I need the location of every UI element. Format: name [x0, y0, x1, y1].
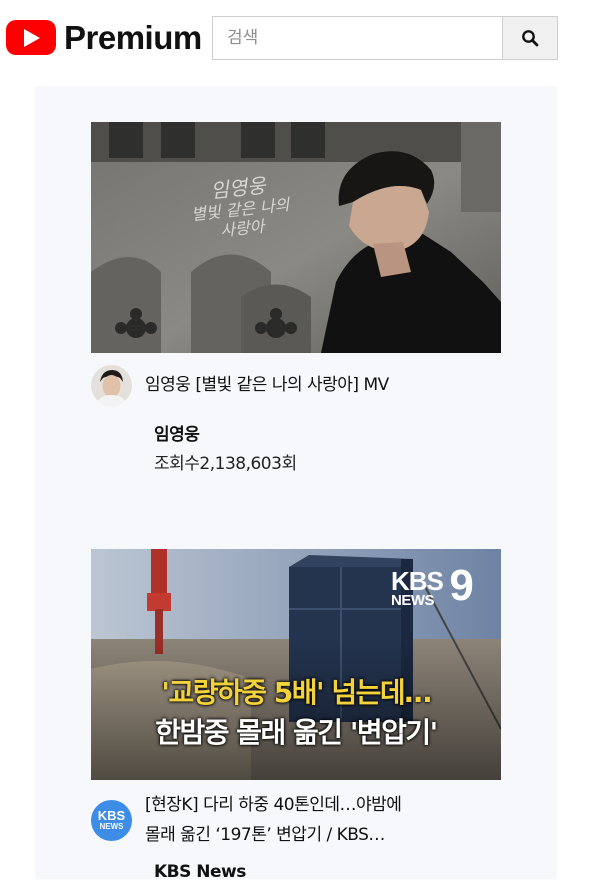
channel-avatar[interactable]: KBS NEWS [91, 800, 132, 841]
search-input[interactable] [212, 16, 503, 60]
youtube-premium-logo[interactable]: Premium [6, 20, 202, 55]
play-button-icon [6, 20, 56, 55]
channel-name[interactable]: KBS News [154, 862, 246, 882]
video-thumbnail[interactable]: KBS NEWS 9 '교량하중 5배' 넘는데… 한밤중 몰래 옮긴 '변압기… [91, 549, 501, 780]
avatar-logo-text: KBS [97, 808, 126, 823]
video-title-line: [현장K] 다리 하중 40톤인데…야밤에 [145, 795, 402, 815]
search-button[interactable] [502, 16, 558, 60]
avatar-logo-subtext: NEWS [99, 822, 124, 831]
view-count: 조회수2,138,603회 [154, 454, 297, 474]
kbs-news-9-logo: KBS NEWS 9 [391, 561, 474, 610]
video-thumbnail[interactable]: 임영웅 별빛 같은 나의 사랑아 [91, 122, 501, 353]
video-title[interactable]: [현장K] 다리 하중 40톤인데…야밤에 몰래 옮긴 ‘197톤’ 변압기 /… [145, 792, 485, 848]
thumbnail-caption: '교량하중 5배' 넘는데… 한밤중 몰래 옮긴 '변압기' [155, 676, 438, 749]
search-icon [522, 30, 539, 47]
video-title[interactable]: 임영웅 [별빛 같은 나의 사랑아] MV [145, 372, 485, 398]
channel-avatar[interactable] [91, 365, 132, 406]
logo-text: Premium [64, 19, 202, 56]
video-title-line: 몰래 옮긴 ‘197톤’ 변압기 / KBS… [145, 825, 385, 845]
video-feed: 임영웅 별빛 같은 나의 사랑아 임영웅 [별빛 같은 나의 사랑아] MV 임… [35, 86, 557, 882]
channel-name[interactable]: 임영웅 [154, 420, 200, 445]
header: Premium [0, 0, 598, 78]
